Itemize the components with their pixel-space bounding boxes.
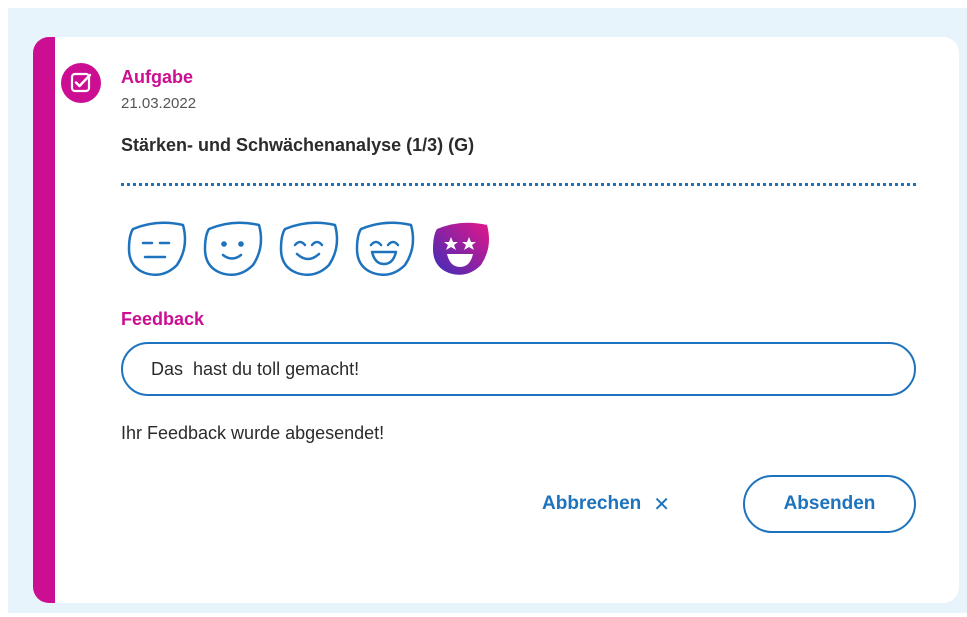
feedback-input[interactable] xyxy=(121,342,916,396)
rating-option-2[interactable] xyxy=(201,217,265,279)
task-title: Stärken- und Schwächenanalyse (1/3) (G) xyxy=(121,135,475,155)
rating-option-1[interactable] xyxy=(125,217,189,279)
rating-option-4[interactable] xyxy=(353,217,417,279)
cancel-button[interactable]: Abbrechen ✕ xyxy=(542,489,670,519)
neutral-face-icon xyxy=(127,221,187,276)
rating-option-3[interactable] xyxy=(277,217,341,279)
feedback-label: Feedback xyxy=(121,309,205,329)
rating-option-5-selected[interactable] xyxy=(429,217,493,279)
feedback-status-text: Ihr Feedback wurde abgesendet! xyxy=(121,423,385,443)
cancel-label: Abbrechen xyxy=(542,493,642,514)
grinning-face-icon xyxy=(355,221,415,276)
task-date: 21.03.2022 xyxy=(121,95,197,112)
checkbox-icon xyxy=(61,63,101,103)
dotted-divider xyxy=(121,183,916,186)
close-icon: ✕ xyxy=(653,493,671,516)
card-accent-bar xyxy=(33,37,55,603)
happy-face-icon xyxy=(279,221,339,276)
star-struck-face-icon xyxy=(433,222,489,275)
rating-scale xyxy=(125,217,493,279)
slight-smile-face-icon xyxy=(203,221,263,276)
submit-button[interactable]: Absenden xyxy=(743,475,916,533)
task-card: Aufgabe 21.03.2022 Stärken- und Schwäche… xyxy=(33,37,959,603)
task-type-label: Aufgabe xyxy=(121,67,193,87)
